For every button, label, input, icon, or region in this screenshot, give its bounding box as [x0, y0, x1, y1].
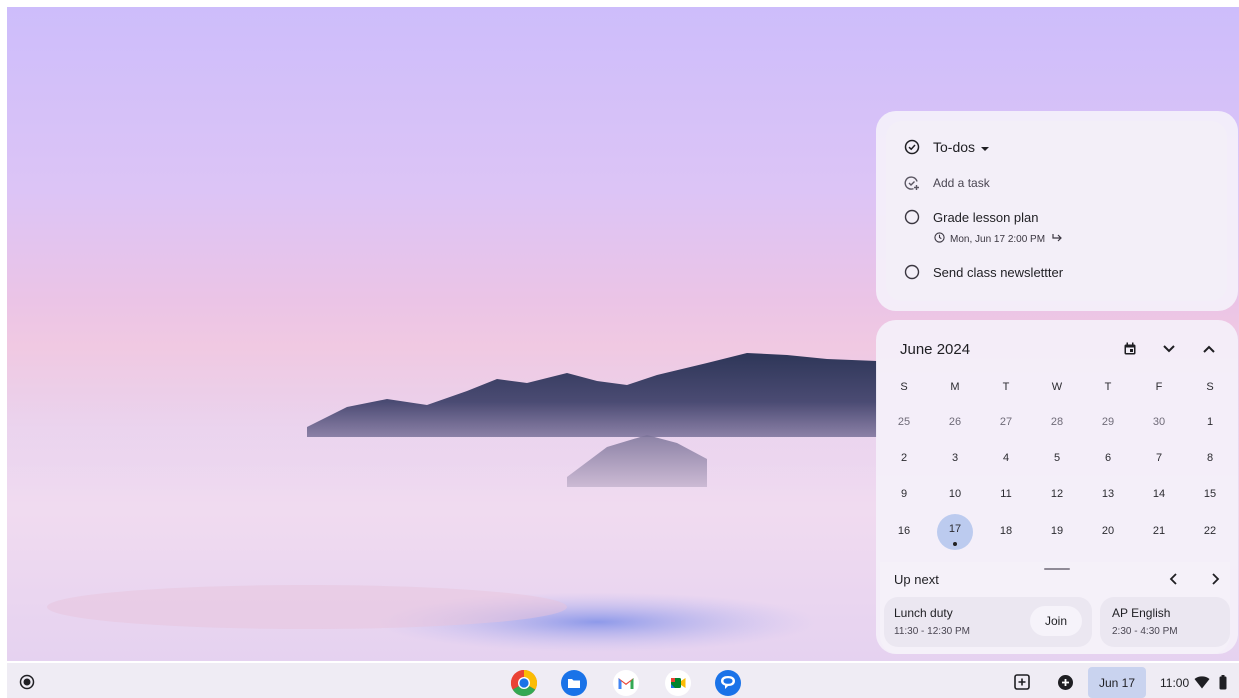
messages-icon[interactable]: [714, 669, 742, 697]
calendar-day[interactable]: 4: [988, 452, 1024, 464]
calendar-day[interactable]: 26: [937, 416, 973, 428]
up-next-label: Up next: [894, 572, 939, 587]
task-item[interactable]: Grade lesson plan: [903, 208, 1039, 226]
calendar-day[interactable]: 27: [988, 416, 1024, 428]
wifi-icon[interactable]: [1194, 675, 1210, 689]
calendar-day-today[interactable]: 17: [937, 523, 973, 535]
event-card[interactable]: [1100, 597, 1230, 647]
meet-icon[interactable]: [664, 669, 692, 697]
add-task-icon: [903, 174, 921, 192]
chevron-up-icon[interactable]: [1198, 338, 1220, 360]
weekday-label: F: [1155, 381, 1163, 393]
calendar-day[interactable]: 18: [988, 525, 1024, 537]
calendar-day[interactable]: 11: [988, 488, 1024, 500]
files-icon[interactable]: [560, 669, 588, 697]
calendar-day[interactable]: 14: [1141, 488, 1177, 500]
calendar-day[interactable]: 19: [1039, 525, 1075, 537]
calendar-day[interactable]: 28: [1039, 416, 1075, 428]
calendar-day[interactable]: 7: [1141, 452, 1177, 464]
event-title: AP English: [1112, 606, 1171, 620]
calendar-day[interactable]: 2: [886, 452, 922, 464]
calendar-day[interactable]: 15: [1192, 488, 1228, 500]
calendar-day[interactable]: 29: [1090, 416, 1126, 428]
calendar-day[interactable]: 13: [1090, 488, 1126, 500]
add-circle-icon[interactable]: [1057, 674, 1074, 691]
screenshot-add-icon[interactable]: [1013, 673, 1031, 691]
calendar-day[interactable]: 9: [886, 488, 922, 500]
tasks-header[interactable]: To-dos: [903, 138, 990, 156]
chevron-down-icon[interactable]: [1158, 338, 1180, 360]
clock-time[interactable]: 11:00: [1160, 676, 1189, 690]
tasks-list-title: To-dos: [933, 139, 976, 155]
calendar-day[interactable]: 1: [1192, 416, 1228, 428]
calendar-day[interactable]: 6: [1090, 452, 1126, 464]
battery-icon[interactable]: [1218, 674, 1228, 690]
chevron-left-icon[interactable]: [1162, 568, 1184, 590]
calendar-day[interactable]: 8: [1192, 452, 1228, 464]
calendar-day[interactable]: 16: [886, 525, 922, 537]
weekday-label: M: [950, 381, 960, 393]
calendar-day[interactable]: 3: [937, 452, 973, 464]
check-circle-icon: [903, 138, 921, 156]
drag-handle[interactable]: [1044, 568, 1070, 570]
weekday-label: S: [900, 381, 908, 393]
weekday-label: S: [1206, 381, 1214, 393]
calendar-day[interactable]: 30: [1141, 416, 1177, 428]
launcher-icon[interactable]: [19, 674, 35, 690]
add-task-row[interactable]: Add a task: [903, 174, 990, 192]
task-checkbox-icon[interactable]: [903, 208, 921, 226]
clock-icon: [934, 232, 945, 246]
calendar-day[interactable]: 12: [1039, 488, 1075, 500]
gmail-icon[interactable]: [612, 669, 640, 697]
join-button[interactable]: Join: [1030, 606, 1082, 636]
chrome-icon[interactable]: [510, 669, 538, 697]
calendar-day[interactable]: 25: [886, 416, 922, 428]
calendar-day[interactable]: 21: [1141, 525, 1177, 537]
event-time: 2:30 - 4:30 PM: [1112, 626, 1178, 637]
calendar-day[interactable]: 20: [1090, 525, 1126, 537]
event-indicator-dot: [953, 542, 957, 546]
calendar-open-icon[interactable]: [1119, 338, 1141, 360]
task-due-text: Mon, Jun 17 2:00 PM: [950, 233, 1046, 245]
weekday-label: W: [1051, 381, 1063, 393]
event-time: 11:30 - 12:30 PM: [894, 626, 970, 637]
calendar-month-label: June 2024: [900, 341, 971, 358]
task-title: Grade lesson plan: [933, 209, 1039, 225]
dropdown-arrow-icon: [981, 140, 990, 155]
add-task-input[interactable]: Add a task: [933, 176, 990, 190]
calendar-day[interactable]: 22: [1192, 525, 1228, 537]
task-item[interactable]: Send class newslettter: [903, 263, 1063, 281]
chevron-right-icon[interactable]: [1205, 568, 1227, 590]
repeat-arrow-icon: [1051, 233, 1063, 246]
task-due: Mon, Jun 17 2:00 PM: [934, 232, 1063, 246]
date-chip[interactable]: Jun 17: [1088, 667, 1146, 698]
task-checkbox-icon[interactable]: [903, 263, 921, 281]
weekday-label: T: [1002, 381, 1010, 393]
event-title: Lunch duty: [894, 606, 953, 620]
calendar-day[interactable]: 10: [937, 488, 973, 500]
calendar-day[interactable]: 5: [1039, 452, 1075, 464]
task-title: Send class newslettter: [933, 264, 1064, 280]
weekday-label: T: [1104, 381, 1112, 393]
